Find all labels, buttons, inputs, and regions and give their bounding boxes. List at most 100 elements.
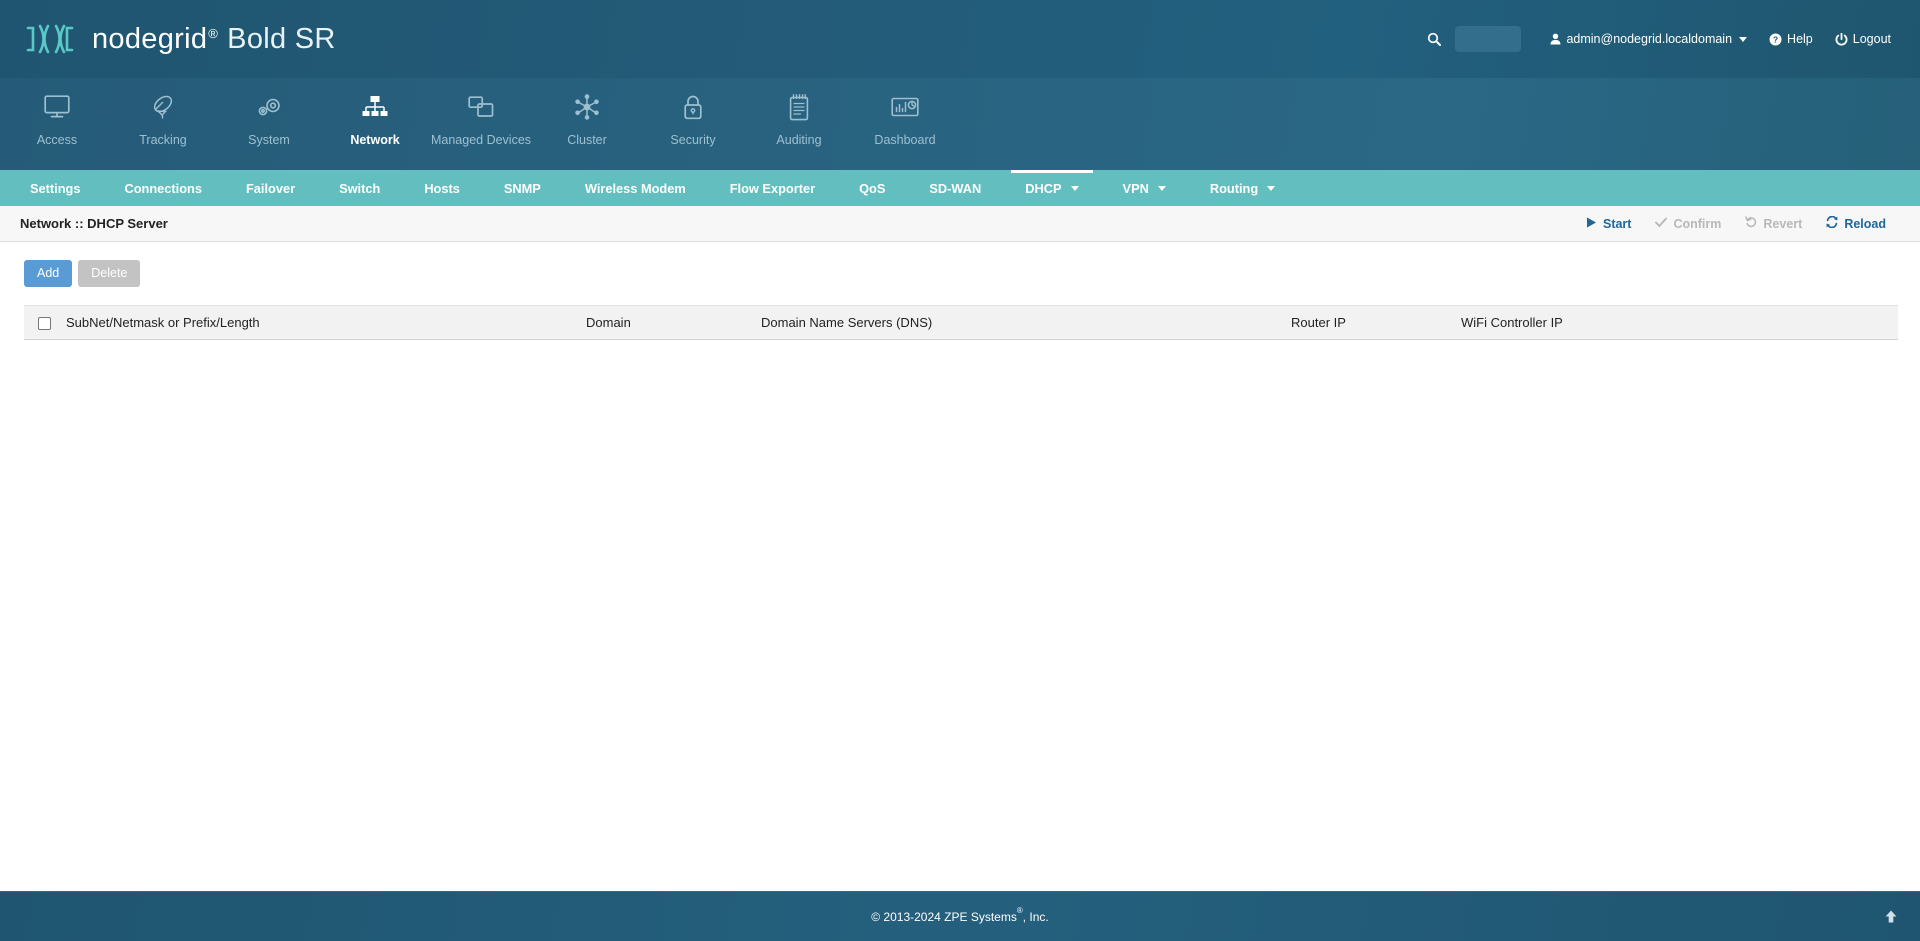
add-button[interactable]: Add bbox=[24, 260, 73, 287]
subnav-item-routing[interactable]: Routing bbox=[1188, 170, 1297, 206]
subnav-label: Wireless Modem bbox=[584, 180, 686, 196]
page-title: Network :: DHCP Server bbox=[20, 216, 168, 231]
nav-label: Network bbox=[350, 133, 400, 147]
page-actions: Start Confirm Revert Reload bbox=[1574, 215, 1898, 231]
subnav-item-snmp[interactable]: SNMP bbox=[482, 170, 563, 206]
subnav-label: DHCP bbox=[1025, 180, 1062, 196]
search-input[interactable] bbox=[1455, 26, 1522, 52]
column-header-router-ip[interactable]: Router IP bbox=[1283, 304, 1453, 340]
nav-item-auditing[interactable]: Auditing bbox=[746, 78, 852, 170]
scroll-to-top-icon[interactable] bbox=[1880, 906, 1902, 928]
copyright-prefix: © 2013-2024 ZPE Systems bbox=[871, 910, 1017, 924]
chevron-down-icon bbox=[1267, 185, 1276, 191]
sitemap-icon bbox=[362, 90, 388, 124]
refresh-icon bbox=[1826, 215, 1838, 231]
subnav-label: VPN bbox=[1122, 180, 1149, 196]
subnav-item-wireless-modem[interactable]: Wireless Modem bbox=[563, 170, 708, 206]
start-button[interactable]: Start bbox=[1574, 217, 1643, 231]
subnav-item-connections[interactable]: Connections bbox=[102, 170, 224, 206]
column-header-subnet[interactable]: SubNet/Netmask or Prefix/Length bbox=[58, 304, 578, 340]
hubnodes-icon bbox=[573, 90, 601, 124]
confirm-label: Confirm bbox=[1673, 216, 1722, 231]
nav-item-access[interactable]: Access bbox=[4, 78, 110, 170]
subnav-label: Connections bbox=[124, 180, 202, 196]
notepad-icon bbox=[788, 90, 810, 124]
search-icon[interactable] bbox=[1421, 26, 1447, 52]
breadcrumb-bar: Network :: DHCP Server Start Confirm Rev… bbox=[0, 206, 1920, 242]
copyright-registered-mark: ® bbox=[1016, 906, 1023, 915]
logout-link[interactable]: Logout bbox=[1824, 32, 1902, 46]
revert-button: Revert bbox=[1733, 216, 1814, 231]
nav-item-tracking[interactable]: Tracking bbox=[110, 78, 216, 170]
nav-item-managed-devices[interactable]: Managed Devices bbox=[428, 78, 534, 170]
subnav-label: SNMP bbox=[503, 180, 541, 196]
reload-label: Reload bbox=[1844, 216, 1886, 231]
subnav-label: Failover bbox=[245, 180, 296, 196]
reload-button[interactable]: Reload bbox=[1814, 215, 1898, 231]
nav-item-dashboard[interactable]: Dashboard bbox=[852, 78, 958, 170]
table-toolbar: Add Delete bbox=[24, 260, 1898, 287]
subnav-item-qos[interactable]: QoS bbox=[837, 170, 907, 206]
undo-icon bbox=[1745, 216, 1757, 231]
monitor-icon bbox=[44, 90, 70, 124]
subnav-item-dhcp[interactable]: DHCP bbox=[1003, 170, 1100, 206]
chevron-down-icon bbox=[1157, 185, 1166, 191]
nav-item-security[interactable]: Security bbox=[640, 78, 746, 170]
brand-registered-mark: ® bbox=[208, 25, 219, 41]
subnav-label: Flow Exporter bbox=[729, 180, 816, 196]
app-root: nodegrid ® Bold SR admin@nodegrid.localdo… bbox=[0, 0, 1920, 941]
subnav-item-switch[interactable]: Switch bbox=[317, 170, 402, 206]
nav-label: Auditing bbox=[776, 133, 822, 147]
header-actions: admin@nodegrid.localdomain ? Help Logout bbox=[1421, 26, 1920, 52]
subnav-item-settings[interactable]: Settings bbox=[8, 170, 102, 206]
help-link[interactable]: ? Help bbox=[1758, 32, 1824, 46]
subnav-item-sd-wan[interactable]: SD-WAN bbox=[907, 170, 1003, 206]
lock-icon bbox=[682, 90, 704, 124]
footer: © 2013-2024 ZPE Systems®, Inc. bbox=[0, 891, 1920, 941]
subnav-label: Hosts bbox=[424, 180, 460, 196]
play-icon bbox=[1586, 217, 1597, 231]
copyright-suffix: , Inc. bbox=[1022, 910, 1049, 924]
sub-navigation: Settings Connections Failover Switch Hos… bbox=[0, 170, 1920, 206]
user-menu[interactable]: admin@nodegrid.localdomain bbox=[1539, 32, 1758, 46]
copyright-text: © 2013-2024 ZPE Systems®, Inc. bbox=[871, 906, 1049, 924]
start-label: Start bbox=[1602, 216, 1632, 231]
column-header-dns[interactable]: Domain Name Servers (DNS) bbox=[753, 304, 1283, 340]
windows-icon bbox=[468, 90, 494, 124]
logout-label: Logout bbox=[1852, 32, 1891, 46]
nav-item-system[interactable]: System bbox=[216, 78, 322, 170]
satellite-icon bbox=[150, 90, 176, 124]
subnav-item-flow-exporter[interactable]: Flow Exporter bbox=[708, 170, 837, 206]
brand-name: nodegrid bbox=[92, 22, 208, 55]
confirm-button: Confirm bbox=[1643, 217, 1733, 231]
column-header-wifi-controller-ip[interactable]: WiFi Controller IP bbox=[1453, 304, 1898, 340]
select-all-header bbox=[24, 304, 58, 340]
top-header: nodegrid ® Bold SR admin@nodegrid.localdo… bbox=[0, 0, 1920, 78]
user-icon bbox=[1550, 33, 1561, 45]
main-content: Add Delete SubNet/Netmask or Prefix/Leng… bbox=[0, 242, 1920, 891]
brand-model: Bold SR bbox=[227, 22, 336, 55]
subnav-label: Settings bbox=[30, 180, 81, 196]
nav-item-network[interactable]: Network bbox=[322, 78, 428, 170]
nav-item-cluster[interactable]: Cluster bbox=[534, 78, 640, 170]
chart-icon bbox=[891, 90, 919, 124]
column-header-domain[interactable]: Domain bbox=[578, 304, 753, 340]
subnav-item-failover[interactable]: Failover bbox=[224, 170, 317, 206]
delete-button: Delete bbox=[78, 260, 141, 287]
select-all-checkbox[interactable] bbox=[38, 316, 51, 330]
main-navigation: Access Tracking System Network Managed D… bbox=[0, 78, 1920, 170]
nav-label: Managed Devices bbox=[430, 133, 532, 147]
subnav-label: QoS bbox=[859, 180, 886, 196]
nav-label: Cluster bbox=[567, 133, 607, 147]
subnav-item-hosts[interactable]: Hosts bbox=[402, 170, 482, 206]
table-body bbox=[24, 339, 1898, 340]
svg-text:?: ? bbox=[1773, 34, 1778, 44]
chevron-down-icon bbox=[1070, 185, 1079, 191]
user-menu-label: admin@nodegrid.localdomain bbox=[1566, 32, 1733, 46]
help-icon: ? bbox=[1769, 33, 1782, 45]
subnav-item-vpn[interactable]: VPN bbox=[1101, 170, 1188, 206]
subnav-label: SD-WAN bbox=[929, 180, 982, 196]
nav-label: Access bbox=[36, 133, 78, 147]
brand-logo[interactable]: nodegrid ® Bold SR bbox=[22, 15, 336, 63]
table-header: SubNet/Netmask or Prefix/Length Domain D… bbox=[24, 304, 1898, 340]
